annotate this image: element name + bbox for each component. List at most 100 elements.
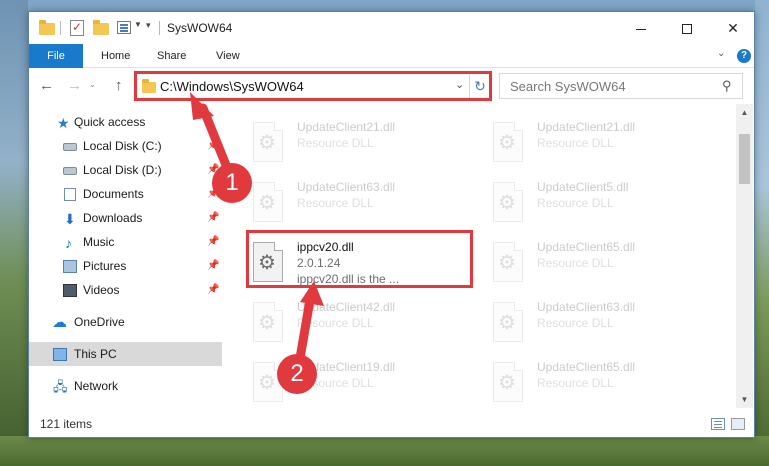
file-item[interactable]: ⚙ UpdateClient42.dll Resource DLL bbox=[249, 298, 449, 350]
pin-icon[interactable]: 📌 bbox=[207, 230, 219, 254]
refresh-button[interactable]: ↻ bbox=[469, 73, 491, 99]
sidebar-item-label: Pictures bbox=[83, 259, 127, 273]
videos-icon bbox=[63, 284, 77, 297]
scroll-down-icon[interactable]: ▼ bbox=[736, 391, 753, 408]
properties-icon[interactable] bbox=[70, 20, 84, 36]
dll-file-icon: ⚙ bbox=[249, 182, 287, 226]
new-folder-icon[interactable] bbox=[93, 20, 109, 36]
customize-toolbar-button[interactable]: ▾ bbox=[146, 20, 151, 31]
view-icon[interactable] bbox=[117, 21, 131, 34]
cloud-icon: ☁ bbox=[52, 314, 67, 331]
back-button[interactable]: ← bbox=[39, 77, 54, 94]
folder-icon[interactable] bbox=[39, 20, 55, 36]
documents-icon bbox=[64, 188, 76, 201]
dll-file-icon: ⚙ bbox=[489, 302, 527, 346]
desktop-background-bottom bbox=[0, 436, 769, 466]
scroll-up-icon[interactable]: ▲ bbox=[736, 104, 753, 121]
pin-icon[interactable]: 📌 bbox=[207, 254, 219, 278]
file-name: UpdateClient63.dll bbox=[297, 180, 396, 194]
file-name: UpdateClient21.dll bbox=[297, 120, 396, 134]
chevron-down-icon[interactable]: ▼ bbox=[134, 20, 142, 29]
file-item[interactable]: ⚙ UpdateClient65.dll Resource DLL bbox=[489, 358, 689, 408]
close-button[interactable]: ✕ bbox=[710, 12, 756, 44]
music-icon: ♪ bbox=[65, 235, 72, 251]
sidebar-item-local-disk-d[interactable]: Local Disk (D:) 📌 bbox=[29, 158, 222, 182]
separator bbox=[60, 21, 61, 35]
sidebar-item-network[interactable]: 🖧 Network bbox=[29, 374, 222, 398]
up-button[interactable]: ↑ bbox=[115, 77, 123, 94]
address-path[interactable]: C:\Windows\SysWOW64 bbox=[160, 79, 304, 94]
title-bar: ▼ ▾ SysWOW64 ✕ bbox=[29, 12, 754, 44]
tab-share[interactable]: Share bbox=[147, 44, 196, 68]
file-detail: Resource DLL bbox=[297, 136, 374, 150]
file-item[interactable]: ⚙ UpdateClient63.dll Resource DLL bbox=[489, 298, 689, 350]
expand-ribbon-icon[interactable]: ⌄ bbox=[717, 48, 725, 59]
computer-icon bbox=[53, 348, 67, 361]
sidebar-item-downloads[interactable]: ⬇ Downloads 📌 bbox=[29, 206, 222, 230]
file-item[interactable]: ⚙ UpdateClient63.dll Resource DLL bbox=[249, 178, 449, 230]
dll-file-icon: ⚙ bbox=[489, 242, 527, 286]
tab-file[interactable]: File bbox=[29, 44, 83, 68]
dll-file-icon: ⚙ bbox=[249, 302, 287, 346]
tab-home[interactable]: Home bbox=[91, 44, 140, 68]
dll-file-icon: ⚙ bbox=[489, 122, 527, 166]
file-version: 2.0.1.24 bbox=[297, 256, 341, 270]
drive-icon bbox=[63, 143, 77, 151]
minimize-button[interactable] bbox=[618, 12, 664, 44]
large-icons-view-icon[interactable] bbox=[731, 418, 745, 430]
close-icon: ✕ bbox=[727, 20, 739, 36]
sidebar-item-pictures[interactable]: Pictures 📌 bbox=[29, 254, 222, 278]
sidebar-item-music[interactable]: ♪ Music 📌 bbox=[29, 230, 222, 254]
help-icon[interactable]: ? bbox=[737, 49, 751, 63]
sidebar-item-label: Documents bbox=[83, 187, 144, 201]
status-bar: 121 items bbox=[29, 412, 754, 436]
minimize-icon bbox=[636, 28, 646, 30]
file-item-ippcv20[interactable]: ⚙ ippcv20.dll 2.0.1.24 ippcv20.dll is th… bbox=[249, 238, 449, 290]
sidebar-item-this-pc[interactable]: This PC bbox=[29, 342, 222, 366]
sidebar-item-label: Local Disk (D:) bbox=[83, 163, 162, 177]
separator bbox=[159, 21, 160, 35]
sidebar-item-label: Downloads bbox=[83, 211, 143, 225]
file-item[interactable]: ⚙ UpdateClient5.dll Resource DLL bbox=[489, 178, 689, 230]
file-name: UpdateClient42.dll bbox=[297, 300, 396, 314]
file-item[interactable]: ⚙ UpdateClient65.dll Resource DLL bbox=[489, 238, 689, 290]
address-bar[interactable]: C:\Windows\SysWOW64 ⌄ bbox=[135, 73, 470, 99]
pin-icon[interactable]: 📌 bbox=[207, 278, 219, 302]
sidebar-item-label: Network bbox=[74, 379, 119, 393]
sidebar-item-local-disk-c[interactable]: Local Disk (C:) 📌 bbox=[29, 134, 222, 158]
ribbon-tabs: File Home Share View ⌄ ? bbox=[29, 44, 754, 68]
file-name: UpdateClient65.dll bbox=[537, 240, 636, 254]
desktop-background-left bbox=[0, 0, 28, 466]
sidebar-item-onedrive[interactable]: ☁ OneDrive bbox=[29, 310, 222, 334]
dll-file-icon: ⚙ bbox=[249, 122, 287, 166]
sidebar-item-documents[interactable]: Documents 📌 bbox=[29, 182, 222, 206]
search-input[interactable] bbox=[500, 74, 712, 98]
search-icon[interactable]: ⚲ bbox=[722, 78, 732, 94]
details-view-icon[interactable] bbox=[711, 418, 725, 430]
forward-button[interactable]: → bbox=[67, 77, 82, 94]
desktop-background-right bbox=[755, 0, 769, 466]
pin-icon[interactable]: 📌 bbox=[207, 134, 219, 158]
sidebar-item-videos[interactable]: Videos 📌 bbox=[29, 278, 222, 302]
tab-view[interactable]: View bbox=[206, 44, 250, 68]
sidebar-item-quick-access[interactable]: ★ Quick access bbox=[29, 110, 222, 134]
step-badge-2: 2 bbox=[277, 354, 317, 394]
recent-locations-button[interactable]: ⌄ bbox=[89, 80, 96, 89]
pin-icon[interactable]: 📌 bbox=[207, 206, 219, 230]
file-detail: Resource DLL bbox=[297, 316, 374, 330]
file-detail: Resource DLL bbox=[537, 196, 614, 210]
search-box[interactable]: ⚲ bbox=[499, 73, 743, 99]
file-item[interactable]: ⚙ UpdateClient21.dll Resource DLL bbox=[489, 118, 689, 170]
drive-icon bbox=[63, 167, 77, 175]
navigation-bar: ← → ⌄ ↑ C:\Windows\SysWOW64 ⌄ ↻ ⚲ bbox=[29, 69, 754, 103]
file-detail: Resource DLL bbox=[537, 136, 614, 150]
chevron-down-icon[interactable]: ⌄ bbox=[455, 78, 464, 91]
file-detail: Resource DLL bbox=[297, 196, 374, 210]
network-icon: 🖧 bbox=[53, 379, 68, 394]
maximize-button[interactable] bbox=[664, 12, 710, 44]
scroll-thumb[interactable] bbox=[739, 134, 750, 184]
vertical-scrollbar[interactable]: ▲ ▼ bbox=[736, 104, 753, 408]
file-detail: Resource DLL bbox=[537, 316, 614, 330]
navigation-pane: ★ Quick access Local Disk (C:) 📌 Local D… bbox=[29, 104, 222, 408]
file-item[interactable]: ⚙ UpdateClient21.dll Resource DLL bbox=[249, 118, 449, 170]
